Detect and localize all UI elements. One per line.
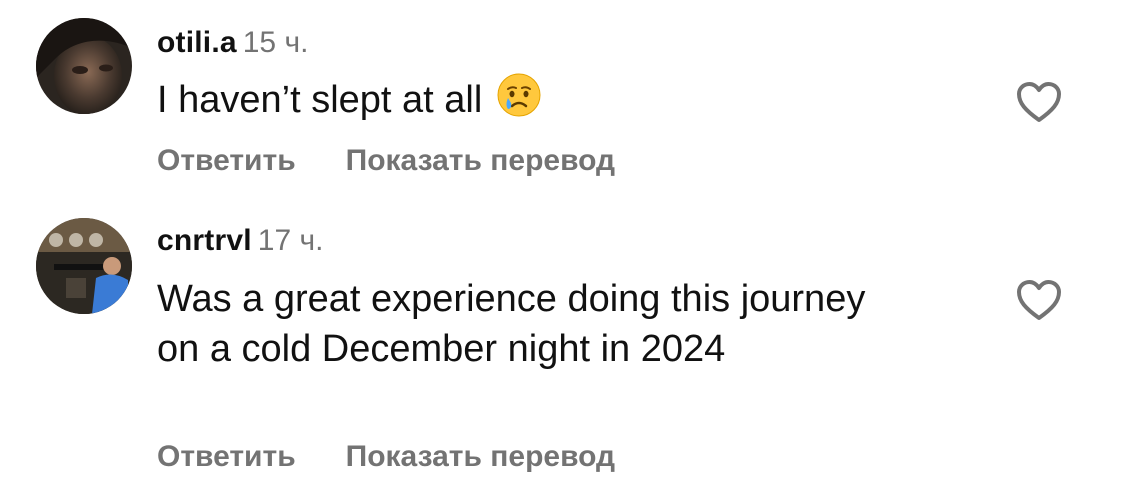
timestamp: 17 ч.: [257, 224, 324, 257]
comment-actions: Ответить Показать перевод: [157, 144, 665, 178]
like-button[interactable]: [1015, 278, 1063, 322]
comment-actions: Ответить Показать перевод: [157, 440, 665, 474]
show-translation-button[interactable]: Показать перевод: [346, 440, 615, 473]
comment-text-content: I haven’t slept at all: [157, 79, 483, 121]
like-button[interactable]: [1015, 80, 1063, 124]
comment-item: otili.a 15 ч. I haven’t slept at all Отве…: [0, 0, 1124, 200]
heart-icon: [1017, 82, 1061, 122]
comment-text: I haven’t slept at all: [157, 72, 917, 131]
comment-text: Was a great experience doing this journe…: [157, 278, 866, 370]
reply-button[interactable]: Ответить: [157, 144, 296, 177]
crying-face-icon: [496, 72, 542, 131]
reply-button[interactable]: Ответить: [157, 440, 296, 473]
username[interactable]: otili.a: [157, 26, 237, 59]
comment-header: cnrtrvl 17 ч.: [157, 224, 323, 258]
comment-header: otili.a 15 ч.: [157, 26, 308, 60]
timestamp: 15 ч.: [242, 26, 309, 59]
avatar[interactable]: [36, 218, 132, 314]
show-translation-button[interactable]: Показать перевод: [346, 144, 615, 177]
username[interactable]: cnrtrvl: [157, 224, 252, 257]
heart-icon: [1017, 280, 1061, 320]
comment-item: cnrtrvl 17 ч. Was a great experience doin…: [0, 200, 1124, 501]
avatar[interactable]: [36, 18, 132, 114]
